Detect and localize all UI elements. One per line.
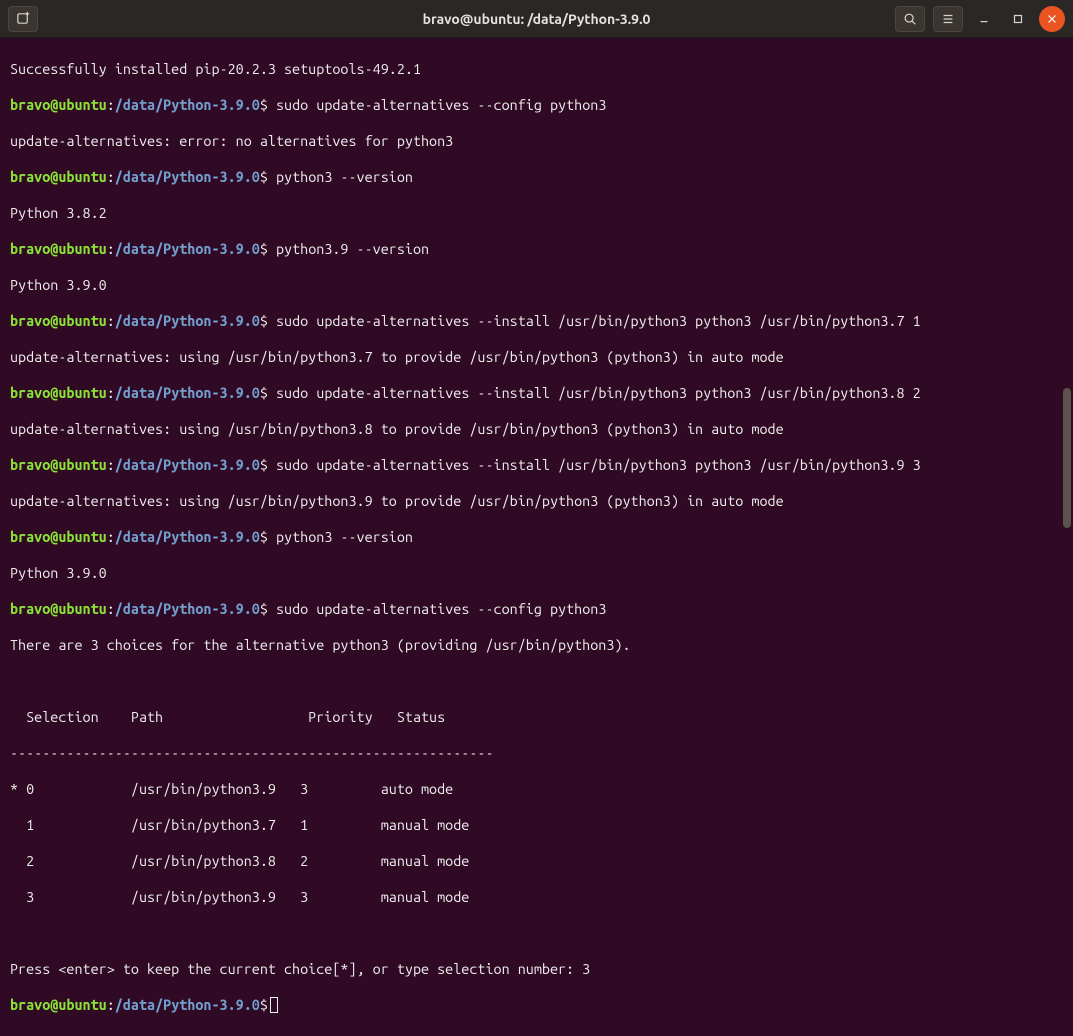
cursor	[270, 997, 278, 1013]
hamburger-icon	[941, 12, 955, 26]
new-tab-icon	[16, 11, 31, 26]
output-line: Python 3.9.0	[10, 276, 1063, 294]
maximize-button[interactable]	[1005, 6, 1031, 32]
output-line: Successfully installed pip-20.2.3 setupt…	[10, 60, 1063, 78]
menu-button[interactable]	[933, 6, 963, 32]
output-line: Python 3.9.0	[10, 564, 1063, 582]
search-icon	[903, 12, 917, 26]
search-button[interactable]	[895, 6, 925, 32]
close-icon	[1045, 12, 1059, 26]
table-row: * 0 /usr/bin/python3.9 3 auto mode	[10, 780, 1063, 798]
output-line	[10, 924, 1063, 942]
table-row: 1 /usr/bin/python3.7 1 manual mode	[10, 816, 1063, 834]
new-tab-button[interactable]	[8, 6, 38, 32]
minimize-icon	[977, 12, 991, 26]
maximize-icon	[1011, 12, 1025, 26]
prompt-line: bravo@ubuntu:/data/Python-3.9.0$ sudo up…	[10, 456, 1063, 474]
table-header: Selection Path Priority Status	[10, 708, 1063, 726]
prompt-line: bravo@ubuntu:/data/Python-3.9.0$ python3…	[10, 240, 1063, 258]
prompt-line: bravo@ubuntu:/data/Python-3.9.0$ sudo up…	[10, 600, 1063, 618]
prompt-line: bravo@ubuntu:/data/Python-3.9.0$ sudo up…	[10, 312, 1063, 330]
table-row: 2 /usr/bin/python3.8 2 manual mode	[10, 852, 1063, 870]
prompt-line: bravo@ubuntu:/data/Python-3.9.0$ python3…	[10, 528, 1063, 546]
output-line: update-alternatives: using /usr/bin/pyth…	[10, 420, 1063, 438]
minimize-button[interactable]	[971, 6, 997, 32]
prompt-line: bravo@ubuntu:/data/Python-3.9.0$ sudo up…	[10, 96, 1063, 114]
output-line: update-alternatives: using /usr/bin/pyth…	[10, 348, 1063, 366]
terminal-output[interactable]: Successfully installed pip-20.2.3 setupt…	[0, 38, 1073, 1036]
table-row: 3 /usr/bin/python3.9 3 manual mode	[10, 888, 1063, 906]
output-line: There are 3 choices for the alternative …	[10, 636, 1063, 654]
close-button[interactable]	[1039, 6, 1065, 32]
prompt-line: bravo@ubuntu:/data/Python-3.9.0$	[10, 996, 1063, 1014]
output-line: update-alternatives: using /usr/bin/pyth…	[10, 492, 1063, 510]
output-line	[10, 672, 1063, 690]
input-prompt-line: Press <enter> to keep the current choice…	[10, 960, 1063, 978]
window-title: bravo@ubuntu: /data/Python-3.9.0	[423, 10, 651, 28]
prompt-line: bravo@ubuntu:/data/Python-3.9.0$ sudo up…	[10, 384, 1063, 402]
output-line: Python 3.8.2	[10, 204, 1063, 222]
output-line: update-alternatives: error: no alternati…	[10, 132, 1063, 150]
scrollbar-thumb[interactable]	[1063, 388, 1071, 528]
scrollbar[interactable]	[1063, 40, 1071, 528]
prompt-line: bravo@ubuntu:/data/Python-3.9.0$ python3…	[10, 168, 1063, 186]
table-separator: ----------------------------------------…	[10, 744, 1063, 762]
titlebar: bravo@ubuntu: /data/Python-3.9.0	[0, 0, 1073, 38]
